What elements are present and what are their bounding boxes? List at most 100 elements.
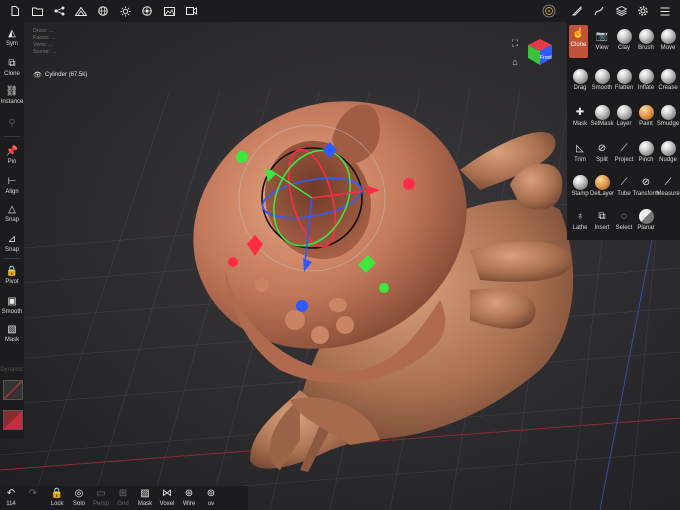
tool-clone[interactable]: ☝ Clone xyxy=(569,25,588,58)
tool-measure[interactable]: ⟋ Measure xyxy=(656,174,679,198)
color-swatch-primary[interactable] xyxy=(3,380,23,400)
brush-settings-icon[interactable] xyxy=(566,0,588,22)
lock-icon: 🔒 xyxy=(50,488,64,499)
instance-label: Instance xyxy=(0,99,24,105)
instance-icon: ⛓ xyxy=(5,86,19,97)
drag-icon xyxy=(572,69,588,84)
globe-icon[interactable] xyxy=(92,0,114,22)
smooth-button[interactable]: ▣ Smooth xyxy=(0,296,24,316)
mask-icon: ▧ xyxy=(7,324,17,335)
grid-button[interactable]: ⊞ Grid xyxy=(112,488,134,508)
inflate-icon xyxy=(638,69,654,84)
scene-info: Draw: ... Faces: ... Verts: ... Scene: .… xyxy=(33,28,56,56)
align-label: Align xyxy=(5,189,19,195)
image-icon[interactable] xyxy=(158,0,180,22)
dynamic-button[interactable]: Dynamic xyxy=(0,366,24,374)
tool-planar[interactable]: Planar xyxy=(635,208,657,232)
move-icon xyxy=(660,29,676,44)
trim-icon: ◺ xyxy=(576,143,584,154)
voxel-button[interactable]: ⋈ Voxel xyxy=(156,488,178,508)
layer-icon xyxy=(616,105,632,120)
dellayer-icon xyxy=(594,175,610,190)
transform-icon: ⊘ xyxy=(641,177,651,188)
selmask-icon xyxy=(594,105,610,120)
scene-info-line: Verts: ... xyxy=(33,42,54,48)
settings-icon[interactable] xyxy=(632,0,654,22)
folder-icon[interactable] xyxy=(26,0,48,22)
select-icon: ◌ xyxy=(621,211,627,222)
lock-button[interactable]: 🔒 Lock xyxy=(46,488,68,508)
mask-button[interactable]: ▧ Mask xyxy=(0,324,24,344)
share-graph-icon[interactable] xyxy=(48,0,70,22)
layers-icon[interactable] xyxy=(610,0,632,22)
history-icon[interactable] xyxy=(538,0,560,22)
eye-icon[interactable]: 👁 xyxy=(33,71,42,79)
tool-smudge[interactable]: Smudge xyxy=(657,104,679,128)
scene-icon[interactable] xyxy=(70,0,92,22)
measure-icon: ⟋ xyxy=(664,177,672,188)
disabled-tool: ⚲ xyxy=(0,118,24,130)
instance-button[interactable]: ⛓ Instance xyxy=(0,86,24,106)
clay-icon xyxy=(616,29,632,44)
file-icon[interactable] xyxy=(4,0,26,22)
undo-count: 114 xyxy=(6,501,16,507)
object-name: Cylinder (67.5k) xyxy=(44,72,88,78)
pin-disabled-icon: ⚲ xyxy=(8,118,16,129)
snap-button[interactable]: △ Snap xyxy=(0,204,24,224)
snap-angle-label: Snap xyxy=(4,247,19,253)
redo-button[interactable]: ↷ xyxy=(22,488,44,500)
tool-label: Crease xyxy=(658,85,678,91)
view-cube[interactable]: Front xyxy=(526,38,554,66)
snap-label: Snap xyxy=(4,217,19,223)
menu-icon[interactable] xyxy=(654,0,676,22)
camera-icon: 📷 xyxy=(595,31,609,42)
sym-button[interactable]: ◭ Sym xyxy=(0,28,24,48)
uv-button[interactable]: ⊚ uv xyxy=(200,488,222,508)
voxel-label: Voxel xyxy=(159,501,175,507)
pivot-icon: 🔒 xyxy=(5,266,19,277)
tool-label: Measure xyxy=(656,191,680,197)
redo-icon: ↷ xyxy=(28,488,38,499)
clone-button[interactable]: ⧉ Clone xyxy=(0,58,24,78)
toolbar-divider xyxy=(4,136,20,137)
pivot-button[interactable]: 🔒 Pivot xyxy=(0,266,24,286)
symmetry-icon: ◭ xyxy=(8,28,16,39)
snap-icon: △ xyxy=(8,204,16,215)
snap-angle-button[interactable]: ⊿ Snap xyxy=(0,234,24,254)
flatten-icon xyxy=(616,69,632,84)
solo-button[interactable]: ◎ Solo xyxy=(68,488,90,508)
solo-icon: ◎ xyxy=(74,488,84,499)
video-icon[interactable] xyxy=(180,0,202,22)
top-toolbar xyxy=(0,0,680,22)
nudge-icon xyxy=(660,141,676,156)
wire-button[interactable]: ⊛ Wire xyxy=(178,488,200,508)
tool-label: Nudge xyxy=(659,157,677,163)
mask-toggle-button[interactable]: ▨ Mask xyxy=(134,488,156,508)
view-cube-graphic xyxy=(528,39,552,65)
tool-crease[interactable]: Crease xyxy=(657,68,679,92)
perspective-icon: ▭ xyxy=(96,488,106,499)
brush-icon xyxy=(638,29,654,44)
pin-label: Pin xyxy=(7,159,17,165)
smooth-icon xyxy=(594,69,610,84)
tool-move[interactable]: Move xyxy=(657,28,679,52)
material-icon[interactable] xyxy=(136,0,158,22)
pin-button[interactable]: 📌 Pin xyxy=(0,146,24,166)
perspective-button[interactable]: ▭ Persp xyxy=(90,488,112,508)
wire-icon: ⊛ xyxy=(184,488,194,499)
stamp-icon xyxy=(572,175,588,190)
active-object-label[interactable]: 👁 Cylinder (67.5k) xyxy=(33,71,87,79)
align-button[interactable]: ⊢ Align xyxy=(0,176,24,196)
perspective-label: Persp xyxy=(93,501,109,507)
home-view-icon[interactable]: ⌂ xyxy=(508,55,522,69)
sun-icon[interactable] xyxy=(114,0,136,22)
mask-icon: ▨ xyxy=(140,488,150,499)
clone-icon: ⧉ xyxy=(8,58,16,69)
undo-button[interactable]: ↶ 114 xyxy=(0,488,22,508)
tool-nudge[interactable]: Nudge xyxy=(657,140,679,164)
color-swatch-secondary[interactable] xyxy=(3,410,23,430)
stroke-icon[interactable] xyxy=(588,0,610,22)
frame-view-icon[interactable]: ⛶ xyxy=(508,36,522,50)
crease-icon xyxy=(660,69,676,84)
mask-label: Mask xyxy=(4,337,20,343)
